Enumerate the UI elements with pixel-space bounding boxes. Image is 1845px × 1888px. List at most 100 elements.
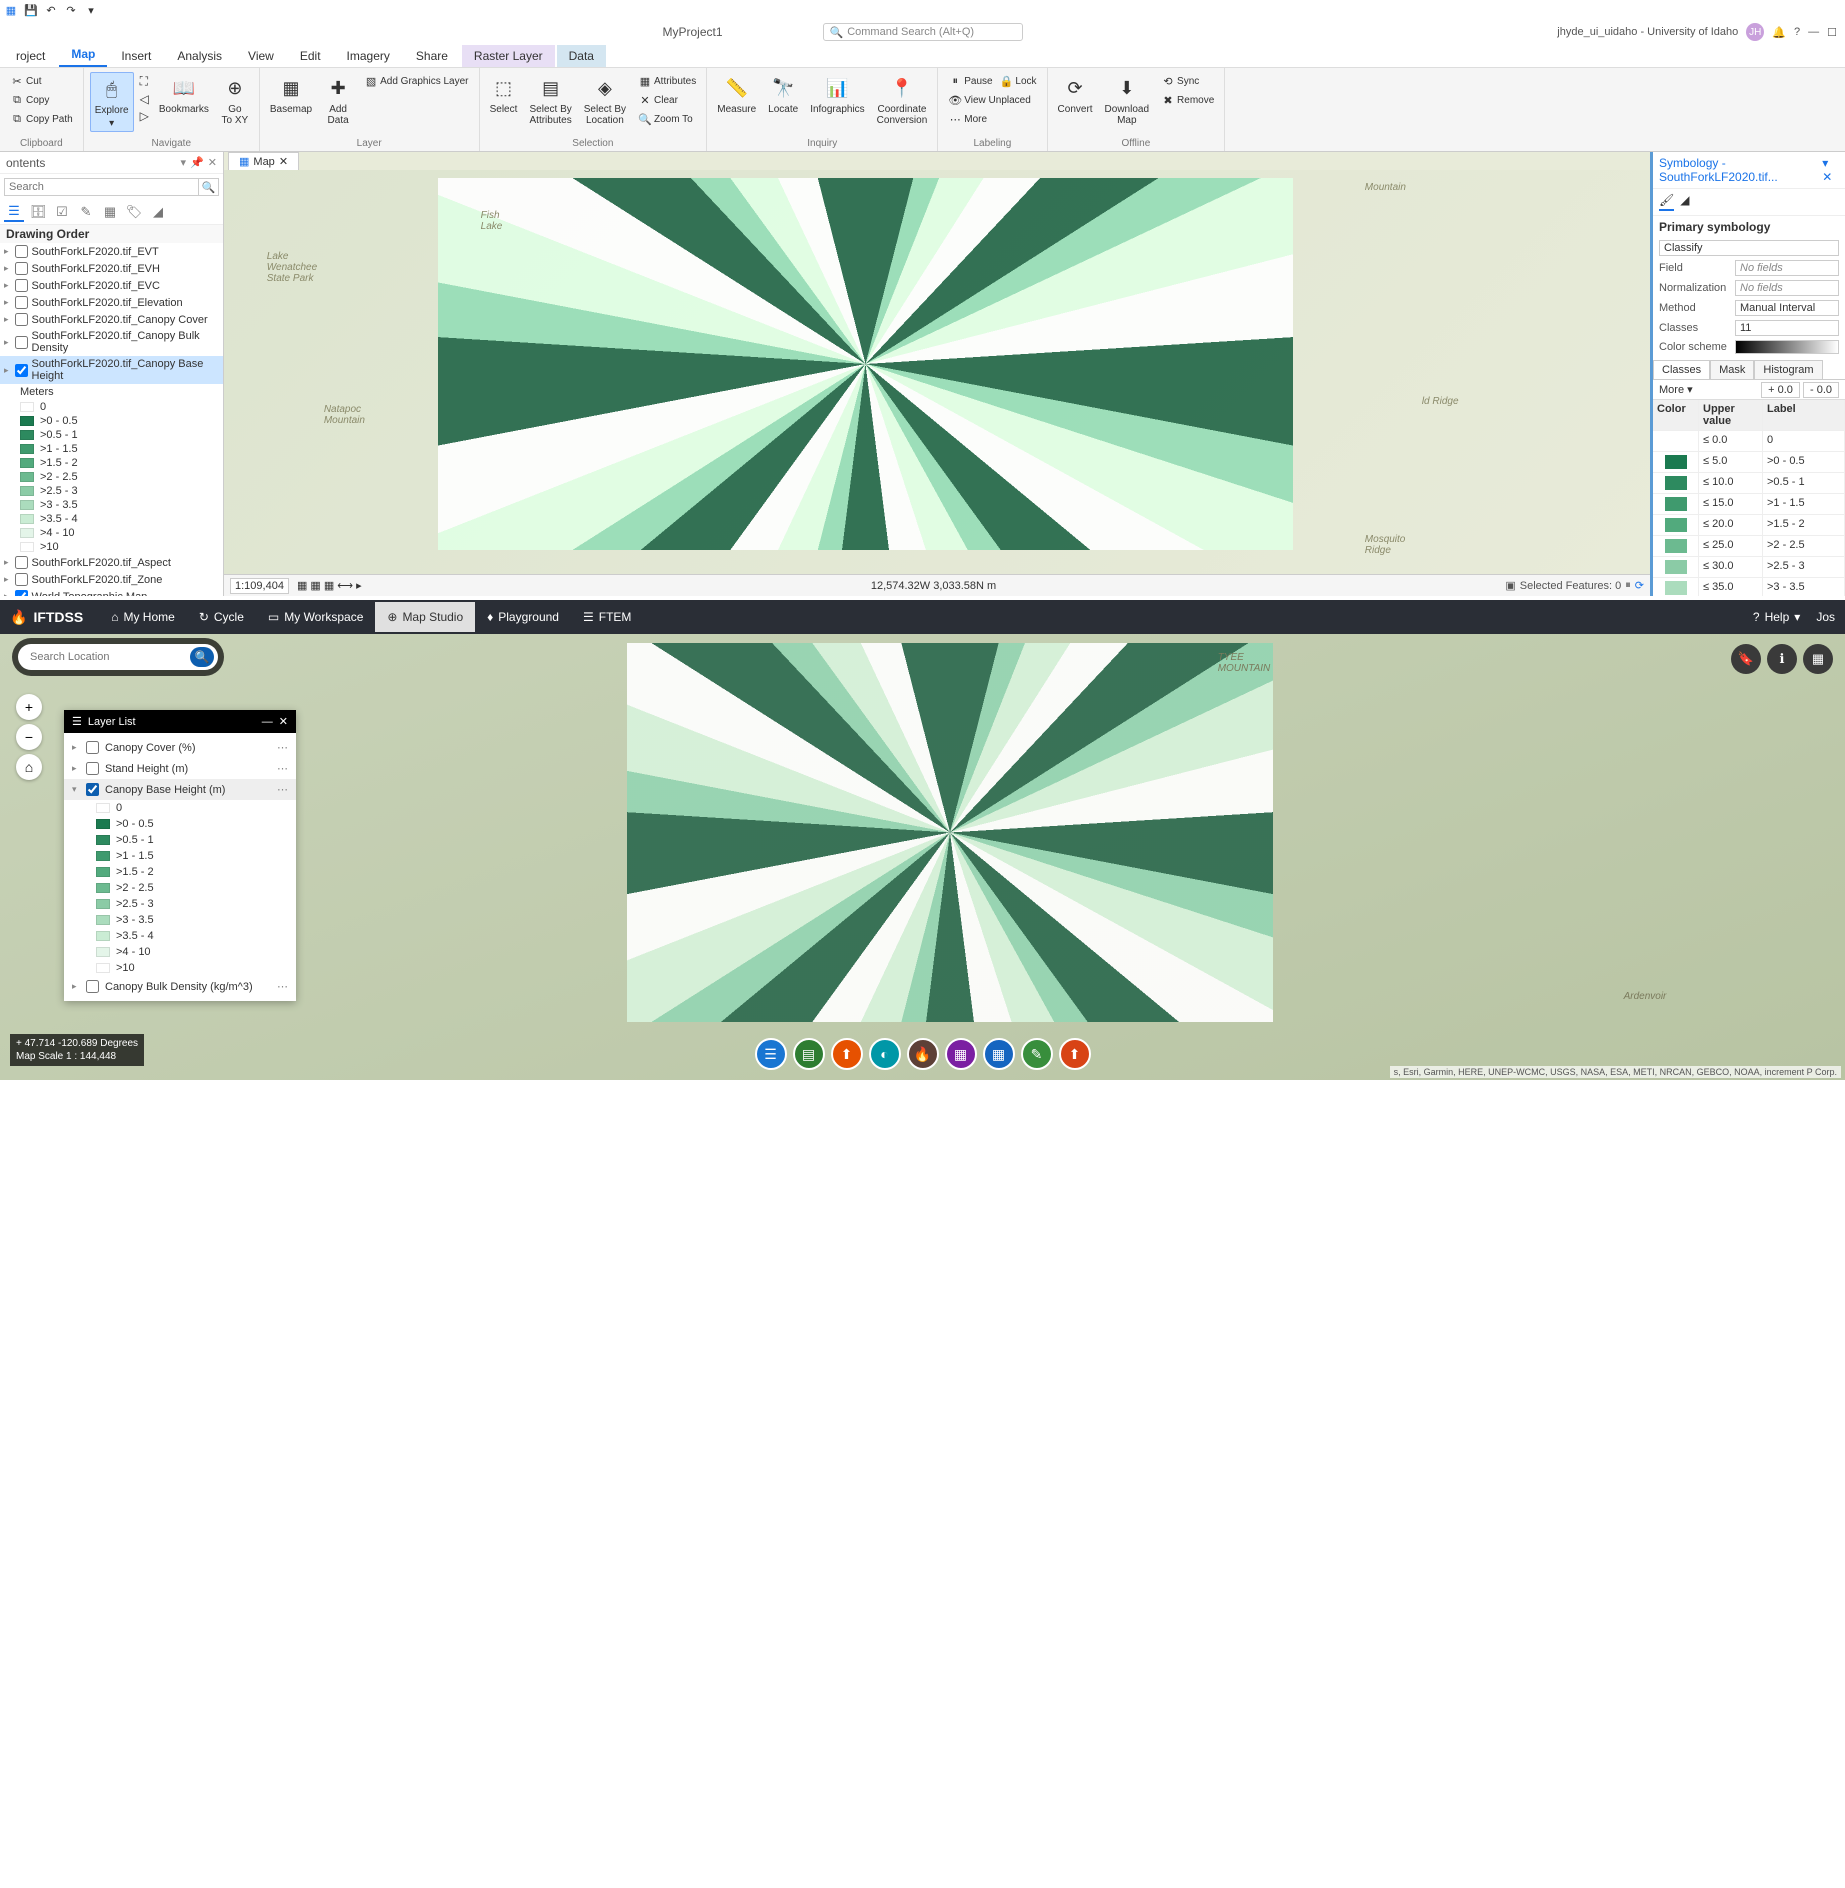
nav-cycle[interactable]: ↻Cycle xyxy=(187,602,256,632)
expand-icon[interactable]: ▸ xyxy=(4,246,9,257)
expand-icon[interactable]: ▸ xyxy=(4,263,9,274)
primary-symbology-icon[interactable]: 🖌 xyxy=(1659,193,1674,211)
full-extent-icon[interactable]: ⛶ xyxy=(140,74,149,89)
layer-item[interactable]: ▸SouthForkLF2020.tif_EVT xyxy=(0,243,223,260)
close-tab-icon[interactable]: ✕ xyxy=(279,155,288,168)
expand-icon[interactable]: ▸ xyxy=(4,365,9,376)
layer-checkbox[interactable] xyxy=(15,296,28,309)
upper-value[interactable]: ≤ 10.0 xyxy=(1699,473,1763,494)
search-icon[interactable]: 🔍 xyxy=(190,647,214,667)
explore-button[interactable]: 🖱Explore▾ xyxy=(90,72,134,132)
location-search[interactable]: 🔍 xyxy=(18,644,218,670)
expand-icon[interactable]: ▸ xyxy=(72,742,80,753)
layer-item[interactable]: ▸SouthForkLF2020.tif_Canopy Cover xyxy=(0,311,223,328)
upper-value[interactable]: ≤ 5.0 xyxy=(1699,452,1763,473)
layer-list-item[interactable]: ▸Canopy Cover (%)⋯ xyxy=(64,737,296,758)
select-by-attr-button[interactable]: ▤Select By Attributes xyxy=(526,72,576,128)
layer-item[interactable]: ▸SouthForkLF2020.tif_Canopy Bulk Density xyxy=(0,328,223,356)
upper-value[interactable]: ≤ 30.0 xyxy=(1699,557,1763,578)
nav-ftem[interactable]: ☰FTEM xyxy=(571,602,643,632)
layer-checkbox[interactable] xyxy=(86,741,99,754)
ribbon-tab-map[interactable]: Map xyxy=(59,43,107,67)
layer-item[interactable]: ▸SouthForkLF2020.tif_Aspect xyxy=(0,554,223,571)
sym-close-icon[interactable]: ✕ xyxy=(1822,170,1832,184)
class-swatch[interactable] xyxy=(1665,581,1687,595)
map-tool-button[interactable]: ▦ xyxy=(945,1038,977,1070)
offset-input[interactable]: + 0.0 xyxy=(1761,382,1800,398)
select-button[interactable]: ⬚Select xyxy=(486,72,522,117)
ribbon-tab-raster-layer[interactable]: Raster Layer xyxy=(462,45,555,67)
class-swatch[interactable] xyxy=(1665,434,1687,448)
map-canvas[interactable]: Fish LakeLake Wenatchee State ParkNatapo… xyxy=(224,170,1650,574)
layer-checkbox[interactable] xyxy=(86,783,99,796)
undo-icon[interactable]: ↶ xyxy=(44,3,58,17)
class-label[interactable]: >0 - 0.5 xyxy=(1763,452,1845,473)
notifications-icon[interactable]: 🔔 xyxy=(1772,26,1786,39)
layer-checkbox[interactable] xyxy=(15,262,28,275)
layer-checkbox[interactable] xyxy=(15,573,28,586)
copy-path-button[interactable]: ⧉Copy Path xyxy=(6,110,77,128)
map-tool-button[interactable]: 🔥 xyxy=(907,1038,939,1070)
ribbon-tab-insert[interactable]: Insert xyxy=(109,45,163,67)
layer-menu-icon[interactable]: ⋯ xyxy=(277,980,288,993)
basemap-button[interactable]: ▦ xyxy=(1803,644,1833,674)
list-drawing-order-icon[interactable]: ☰ xyxy=(4,202,24,222)
upper-value[interactable]: ≤ 15.0 xyxy=(1699,494,1763,515)
ribbon-tab-view[interactable]: View xyxy=(236,45,286,67)
maximize-icon[interactable]: ☐ xyxy=(1827,26,1837,39)
map-view[interactable]: ▦ Map ✕ Fish LakeLake Wenatchee State Pa… xyxy=(224,152,1650,596)
help-icon[interactable]: ? xyxy=(1794,26,1800,38)
layer-item[interactable]: ▸SouthForkLF2020.tif_Elevation xyxy=(0,294,223,311)
ribbon-tab-edit[interactable]: Edit xyxy=(288,45,333,67)
attributes-button[interactable]: ▦Attributes xyxy=(634,72,700,90)
close-pane-icon[interactable]: ✕ xyxy=(208,156,217,169)
autohide-icon[interactable]: ▾ xyxy=(181,156,187,169)
symbology-row[interactable]: ≤ 5.0>0 - 0.5 xyxy=(1653,452,1845,473)
layer-checkbox[interactable] xyxy=(15,590,28,596)
list-source-icon[interactable]: 🗄 xyxy=(28,202,48,222)
help-menu[interactable]: ? Help ▾ xyxy=(1741,602,1812,632)
upper-value[interactable]: ≤ 35.0 xyxy=(1699,578,1763,596)
class-swatch[interactable] xyxy=(1665,518,1687,532)
symbology-row[interactable]: ≤ 15.0>1 - 1.5 xyxy=(1653,494,1845,515)
infographics-button[interactable]: 📊Infographics xyxy=(806,72,868,117)
list-labeling-icon[interactable]: 🏷 xyxy=(124,202,144,222)
info-button[interactable]: ℹ xyxy=(1767,644,1797,674)
class-swatch[interactable] xyxy=(1665,476,1687,490)
close-panel-icon[interactable]: ✕ xyxy=(279,715,288,728)
map-tool-button[interactable]: ⬆ xyxy=(831,1038,863,1070)
clear-button[interactable]: ✕Clear xyxy=(634,91,700,109)
class-swatch[interactable] xyxy=(1665,455,1687,469)
minimize-icon[interactable]: — xyxy=(1808,26,1819,38)
project-icon[interactable]: ▦ xyxy=(4,3,18,17)
nav-my-home[interactable]: ⌂My Home xyxy=(99,602,187,632)
layer-checkbox[interactable] xyxy=(86,762,99,775)
expand-icon[interactable]: ▸ xyxy=(72,981,80,992)
qat-dropdown-icon[interactable]: ▾ xyxy=(84,3,98,17)
more-dropdown[interactable]: More ▾ xyxy=(1659,383,1693,396)
map-tool-button[interactable]: ✎ xyxy=(1021,1038,1053,1070)
layer-item[interactable]: ▸SouthForkLF2020.tif_Zone xyxy=(0,571,223,588)
class-label[interactable]: >1 - 1.5 xyxy=(1763,494,1845,515)
pin-icon[interactable]: 📌 xyxy=(190,156,204,169)
measure-button[interactable]: 📏Measure xyxy=(713,72,760,117)
expand-icon[interactable]: ▸ xyxy=(72,763,80,774)
ribbon-tab-share[interactable]: Share xyxy=(404,45,460,67)
zoom-in-button[interactable]: + xyxy=(16,694,42,720)
add-data-button[interactable]: ✚Add Data xyxy=(320,72,356,128)
list-snapping-icon[interactable]: ▦ xyxy=(100,202,120,222)
convert-button[interactable]: ⟳Convert xyxy=(1054,72,1097,117)
symbology-row[interactable]: ≤ 10.0>0.5 - 1 xyxy=(1653,473,1845,494)
class-label[interactable]: 0 xyxy=(1763,431,1845,452)
expand-icon[interactable]: ▾ xyxy=(72,784,80,795)
coord-conv-button[interactable]: 📍Coordinate Conversion xyxy=(873,72,932,128)
next-extent-icon[interactable]: ▷ xyxy=(140,109,149,123)
redo-icon[interactable]: ↷ xyxy=(64,3,78,17)
contents-search-input[interactable] xyxy=(4,178,199,196)
add-graphics-button[interactable]: ▧Add Graphics Layer xyxy=(360,72,472,90)
expand-icon[interactable]: ▸ xyxy=(4,280,9,291)
map-tool-button[interactable]: ◐ xyxy=(869,1038,901,1070)
pause-draw-icon[interactable]: ⏸ xyxy=(1625,579,1631,592)
goto-xy-button[interactable]: ⊕Go To XY xyxy=(217,72,253,128)
layer-menu-icon[interactable]: ⋯ xyxy=(277,783,288,796)
